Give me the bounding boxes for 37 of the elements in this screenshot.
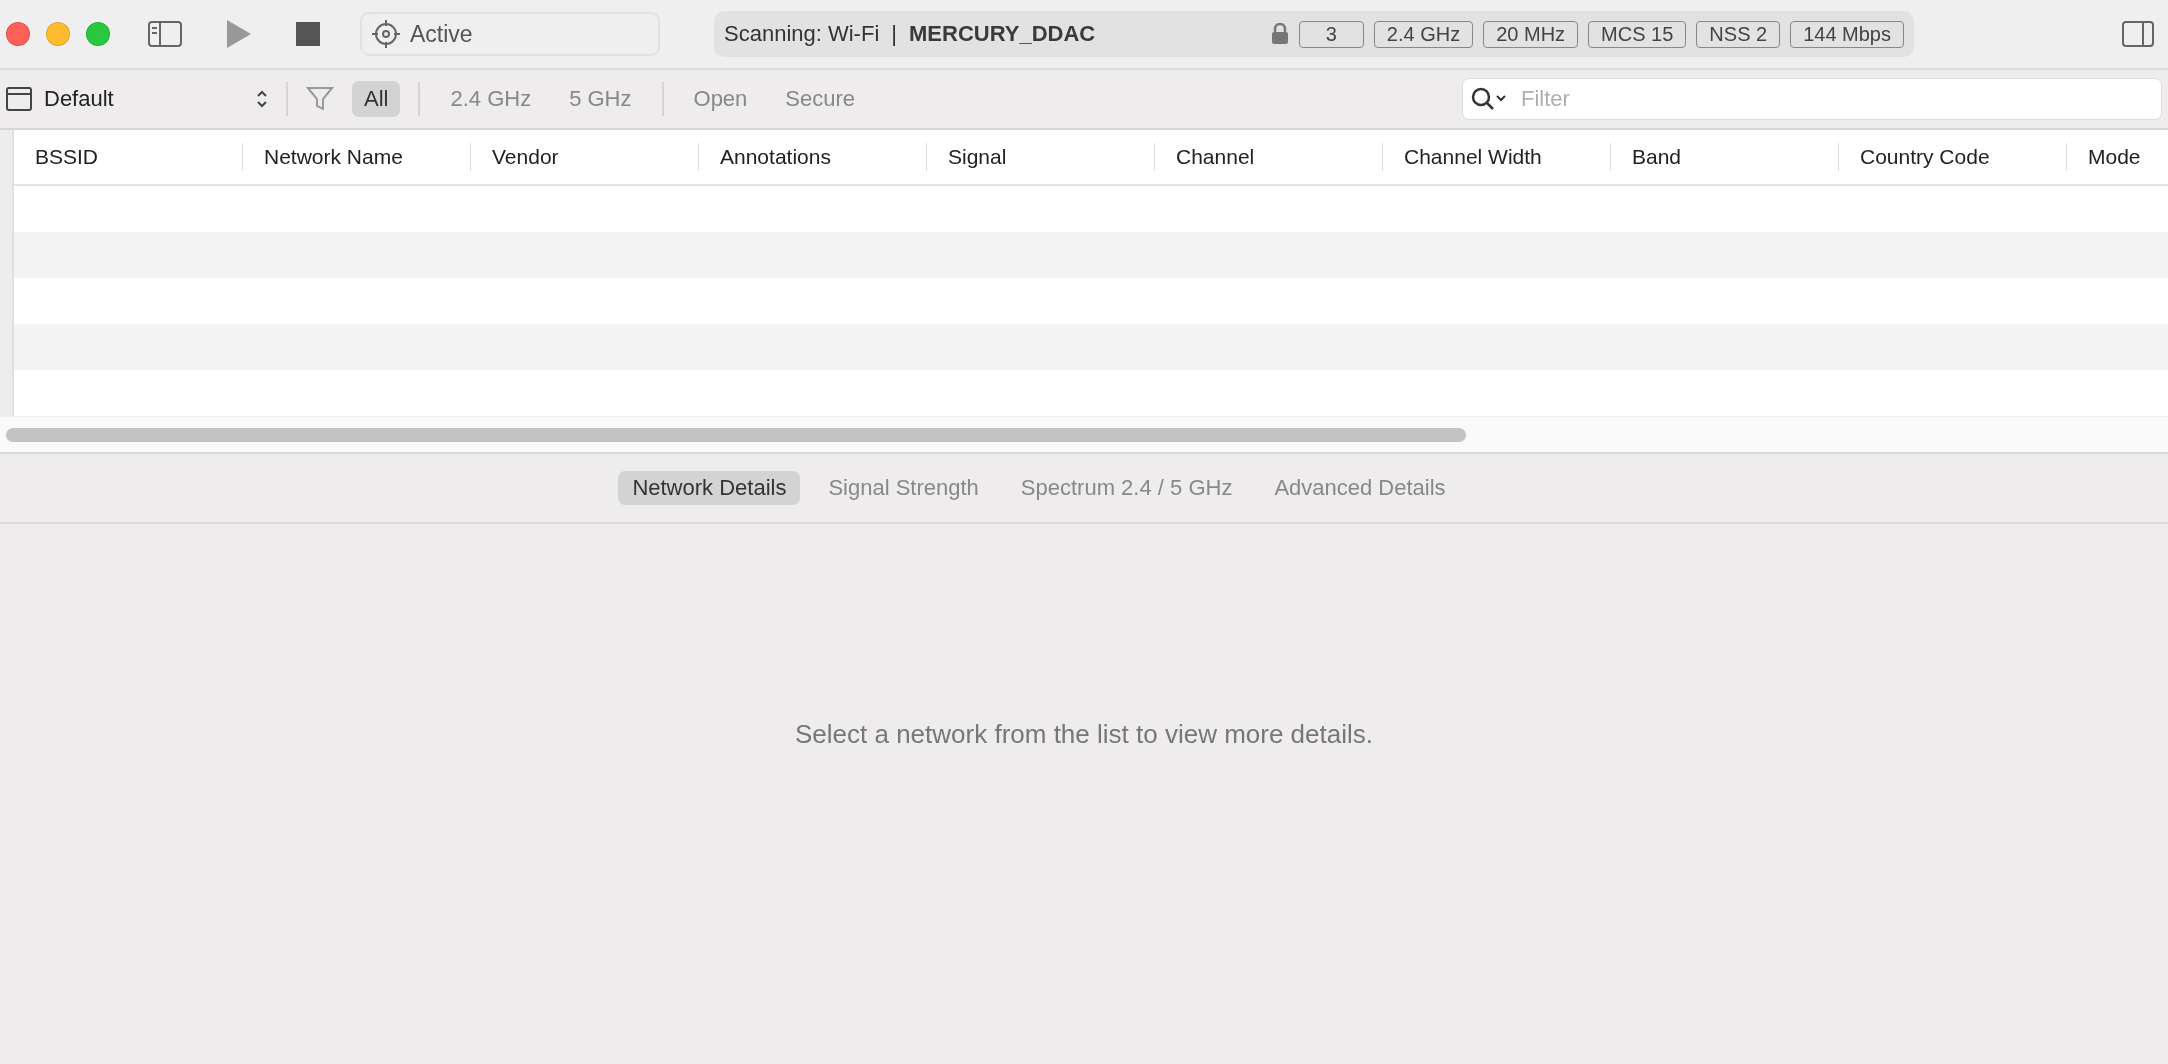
column-header[interactable]: Vendor xyxy=(470,143,698,171)
window-icon xyxy=(6,87,32,111)
column-header[interactable]: Annotations xyxy=(698,143,926,171)
info-badge: 144 Mbps xyxy=(1790,20,1904,48)
info-badge: MCS 15 xyxy=(1588,20,1687,48)
search-icon[interactable] xyxy=(1470,86,1506,112)
empty-state-message: Select a network from the list to view more details. xyxy=(795,719,1373,751)
scan-mode-field[interactable]: Active xyxy=(360,12,660,56)
scrollbar-thumb[interactable] xyxy=(6,427,1466,442)
column-header[interactable]: BSSID xyxy=(14,143,242,171)
minimize-button[interactable] xyxy=(46,22,70,46)
column-header[interactable]: Channel xyxy=(1154,143,1382,171)
info-badge: 2.4 GHz xyxy=(1373,20,1474,48)
filter-chip[interactable]: All xyxy=(352,81,401,117)
filter-icon[interactable] xyxy=(306,85,334,113)
column-header[interactable]: Network Name xyxy=(242,143,470,171)
column-header[interactable]: Country Code xyxy=(1838,143,2066,171)
search-field[interactable]: Filter xyxy=(1462,78,2162,120)
updown-chevron-icon xyxy=(256,90,268,108)
mode-label: Active xyxy=(410,20,473,48)
network-name: MERCURY_DDAC xyxy=(909,21,1096,47)
detail-tab[interactable]: Network Details xyxy=(618,471,801,505)
column-header[interactable]: Band xyxy=(1610,143,1838,171)
column-header[interactable]: Channel Width xyxy=(1382,143,1610,171)
lock-icon xyxy=(1270,23,1289,45)
profile-selector[interactable]: Default xyxy=(6,86,268,112)
info-badge: 3 xyxy=(1298,20,1364,48)
close-button[interactable] xyxy=(6,22,30,46)
target-icon xyxy=(372,20,400,48)
profile-label: Default xyxy=(44,86,114,112)
column-header[interactable]: Mode xyxy=(2066,143,2168,171)
scan-label: Scanning: Wi-Fi xyxy=(724,21,880,47)
info-badge: 20 MHz xyxy=(1483,20,1579,48)
column-header[interactable]: Signal xyxy=(926,143,1154,171)
separator-text: | xyxy=(891,21,897,47)
info-badge: NSS 2 xyxy=(1696,20,1781,48)
zoom-button[interactable] xyxy=(86,22,110,46)
